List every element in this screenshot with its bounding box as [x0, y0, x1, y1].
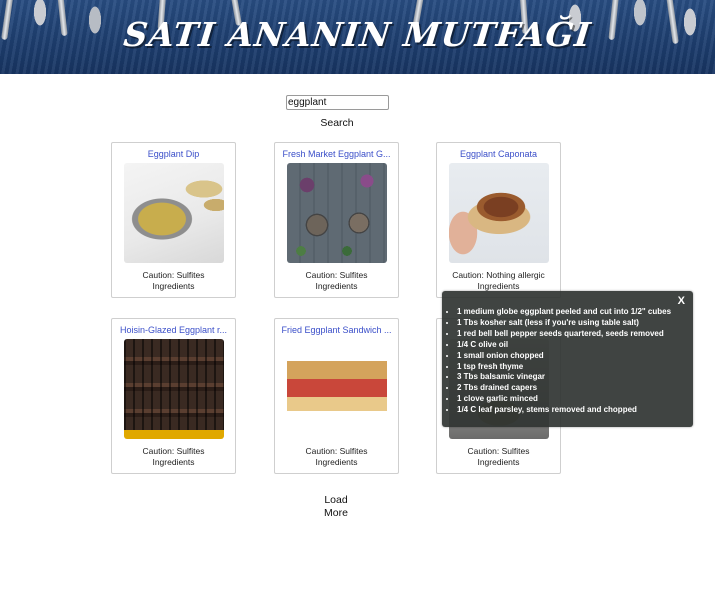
recipe-image[interactable] — [287, 163, 387, 263]
caution-text: Caution: Sulfites — [142, 270, 205, 280]
recipe-title-link[interactable]: Eggplant Caponata — [441, 149, 556, 159]
caution-text: Caution: Sulfites — [305, 270, 368, 280]
load-more-button[interactable]: Load More — [306, 494, 366, 520]
caution-text: Caution: Nothing allergic — [452, 270, 545, 280]
recipe-title-link[interactable]: Eggplant Dip — [116, 149, 231, 159]
ingredient-item: 2 Tbs drained capers — [457, 383, 671, 394]
site-title: SATI ANANIN MUTFAĞI — [121, 15, 594, 54]
recipe-image[interactable] — [449, 163, 549, 263]
recipe-card: Fried Eggplant Sandwich ... Caution: Sul… — [274, 318, 399, 474]
ingredient-item: 3 Tbs balsamic vinegar — [457, 372, 671, 383]
recipe-image[interactable] — [124, 339, 224, 439]
recipe-image[interactable] — [124, 163, 224, 263]
recipe-title-link[interactable]: Fresh Market Eggplant G... — [279, 149, 394, 159]
recipe-title-link[interactable]: Fried Eggplant Sandwich ... — [279, 325, 394, 335]
caution-text: Caution: Sulfites — [142, 446, 205, 456]
load-more-label-line1: Load — [324, 494, 348, 506]
ingredients-button[interactable]: Ingredients — [112, 457, 235, 467]
ingredient-item: 1 red bell bell pepper seeds quartered, … — [457, 329, 671, 340]
ingredients-button[interactable]: Ingredients — [112, 281, 235, 291]
ingredient-item: 1 Tbs kosher salt (less if you're using … — [457, 318, 671, 329]
ingredients-button[interactable]: Ingredients — [275, 281, 398, 291]
close-icon[interactable]: X — [678, 295, 685, 307]
caution-text: Caution: Sulfites — [467, 446, 530, 456]
header-banner: SATI ANANIN MUTFAĞI — [0, 0, 715, 74]
recipe-card: Fresh Market Eggplant G... Caution: Sulf… — [274, 142, 399, 298]
ingredients-popup: X 1 medium globe eggplant peeled and cut… — [442, 291, 693, 427]
ingredients-button[interactable]: Ingredients — [437, 281, 560, 291]
ingredient-item: 1/4 C leaf parsley, stems removed and ch… — [457, 405, 671, 416]
load-more-label-line2: More — [324, 507, 348, 519]
search-input[interactable] — [286, 95, 389, 110]
ingredients-button[interactable]: Ingredients — [275, 457, 398, 467]
search-button[interactable]: Search — [312, 116, 362, 130]
ingredient-item: 1 medium globe eggplant peeled and cut i… — [457, 307, 671, 318]
ingredient-item: 1 tsp fresh thyme — [457, 362, 671, 373]
caution-text: Caution: Sulfites — [305, 446, 368, 456]
ingredients-list: 1 medium globe eggplant peeled and cut i… — [446, 307, 671, 416]
ingredients-button[interactable]: Ingredients — [437, 457, 560, 467]
recipe-card: Eggplant Dip Caution: Sulfites Ingredien… — [111, 142, 236, 298]
recipe-card: Hoisin-Glazed Eggplant r... Caution: Sul… — [111, 318, 236, 474]
recipe-title-link[interactable]: Hoisin-Glazed Eggplant r... — [116, 325, 231, 335]
recipe-card: Eggplant Caponata Caution: Nothing aller… — [436, 142, 561, 298]
ingredient-item: 1 small onion chopped — [457, 351, 671, 362]
ingredient-item: 1/4 C olive oil — [457, 340, 671, 351]
ingredient-item: 1 clove garlic minced — [457, 394, 671, 405]
recipe-image[interactable] — [287, 339, 387, 439]
